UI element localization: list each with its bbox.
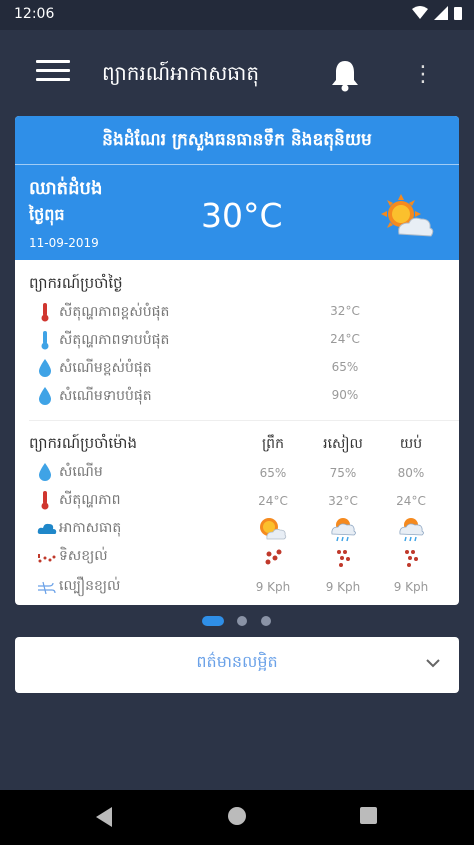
day-name: ថ្ងៃពុធ (29, 205, 65, 224)
system-nav-bar (0, 790, 474, 845)
page-dot-1[interactable] (202, 616, 224, 626)
period-temp-afternoon: 32°C (328, 494, 358, 508)
droplet-icon (39, 463, 51, 481)
page-dot-3[interactable] (261, 616, 271, 626)
rain-cloud-icon (399, 518, 424, 542)
battery-icon (454, 7, 462, 20)
chevron-down-icon[interactable] (425, 655, 441, 671)
wind-speed-icon (38, 581, 56, 595)
period-wind-speed-morning: 9 Kph (255, 580, 291, 594)
period-humidity-morning: 65% (259, 466, 287, 480)
rain-cloud-icon (331, 518, 356, 542)
status-bar: 12:06 (0, 0, 474, 30)
signal-icon (434, 6, 448, 20)
more-info-card[interactable]: ពត៌មានលម្អិត (15, 637, 459, 693)
partly-sunny-icon (260, 518, 287, 540)
thermometer-icon (41, 331, 49, 350)
droplet-icon (39, 387, 51, 405)
thermometer-icon (41, 491, 49, 510)
current-temperature: 30°C (201, 196, 283, 235)
wind-dots-icon (405, 550, 418, 567)
home-icon[interactable] (228, 807, 246, 825)
menu-icon-line (36, 78, 70, 81)
status-icons (412, 6, 462, 20)
more-options-icon[interactable]: ⋮ (412, 60, 434, 90)
more-info-label: ពត៌មានលម្អិត (196, 652, 278, 671)
current-date: 11-09-2019 (29, 236, 99, 250)
low-humidity-label: សំណើមទាបបំផុត (59, 388, 152, 404)
low-temp-label: សីតុណ្ហភាពទាបបំផុត (59, 332, 170, 348)
period-humidity-night: 80% (397, 466, 425, 480)
menu-button[interactable] (36, 60, 70, 88)
page-indicator (0, 615, 474, 627)
cloud-icon (37, 523, 57, 534)
wind-dots-icon (337, 550, 350, 567)
wind-dots-icon (265, 549, 282, 565)
low-humidity-value: 90% (331, 388, 359, 402)
period-temp-night: 24°C (396, 494, 426, 508)
partly-cloudy-sun-icon (381, 194, 434, 237)
app-title: ព្យាករណ៍អាកាសធាតុ (102, 61, 260, 85)
current-weather-header: និងដំណែរ ក្រសួងធនធានទឹក និងឧតុនិយម ឈាត់ដ… (15, 116, 459, 260)
period-wind-speed-afternoon: 9 Kph (325, 580, 361, 594)
ministry-banner: និងដំណែរ ក្រសួងធនធានទឹក និងឧតុនិយម (15, 116, 459, 165)
page-dot-2[interactable] (237, 616, 247, 626)
high-temp-value: 32°C (330, 304, 360, 318)
high-humidity-value: 65% (331, 360, 359, 374)
low-temp-value: 24°C (330, 332, 360, 346)
column-afternoon: រសៀល (323, 436, 363, 452)
wind-direction-icon (38, 554, 56, 563)
menu-icon-line (36, 69, 70, 72)
period-wind-speed-label: ល្បឿនខ្យល់ (59, 578, 121, 594)
menu-icon-line (36, 60, 70, 63)
wifi-icon (412, 6, 428, 19)
thermometer-icon (41, 303, 49, 322)
notification-bell-icon[interactable] (330, 58, 360, 92)
section-divider (29, 420, 459, 421)
location-name: ឈាត់ដំបង (29, 178, 103, 199)
back-icon[interactable] (96, 807, 112, 827)
period-humidity-label: សំណើម (59, 464, 103, 480)
period-temp-morning: 24°C (258, 494, 288, 508)
status-time: 12:06 (14, 6, 55, 22)
column-night: យប់ (399, 436, 423, 452)
period-wind-speed-night: 9 Kph (393, 580, 429, 594)
weather-card: និងដំណែរ ក្រសួងធនធានទឹក និងឧតុនិយម ឈាត់ដ… (15, 116, 459, 605)
app-bar: ព្យាករណ៍អាកាសធាតុ ⋮ (0, 30, 474, 116)
period-weather-label: អាកាសធាតុ (59, 520, 122, 536)
droplet-icon (39, 359, 51, 377)
period-wind-dir-label: ទិសខ្យល់ (59, 548, 108, 564)
high-temp-label: សីតុណ្ហភាពខ្ពស់បំផុត (59, 304, 170, 320)
column-morning: ព្រឹក (262, 436, 284, 452)
high-humidity-label: សំណើមខ្ពស់បំផុត (59, 360, 152, 376)
period-humidity-afternoon: 75% (329, 466, 357, 480)
period-forecast-title: ព្យាករណ៍ប្រចាំម៉ោង (29, 434, 137, 452)
today-forecast-title: ព្យាករណ៍ប្រចាំថ្ងៃ (29, 274, 123, 292)
period-temp-label: សីតុណ្ហភាព (59, 492, 121, 508)
recent-apps-icon[interactable] (360, 807, 377, 824)
